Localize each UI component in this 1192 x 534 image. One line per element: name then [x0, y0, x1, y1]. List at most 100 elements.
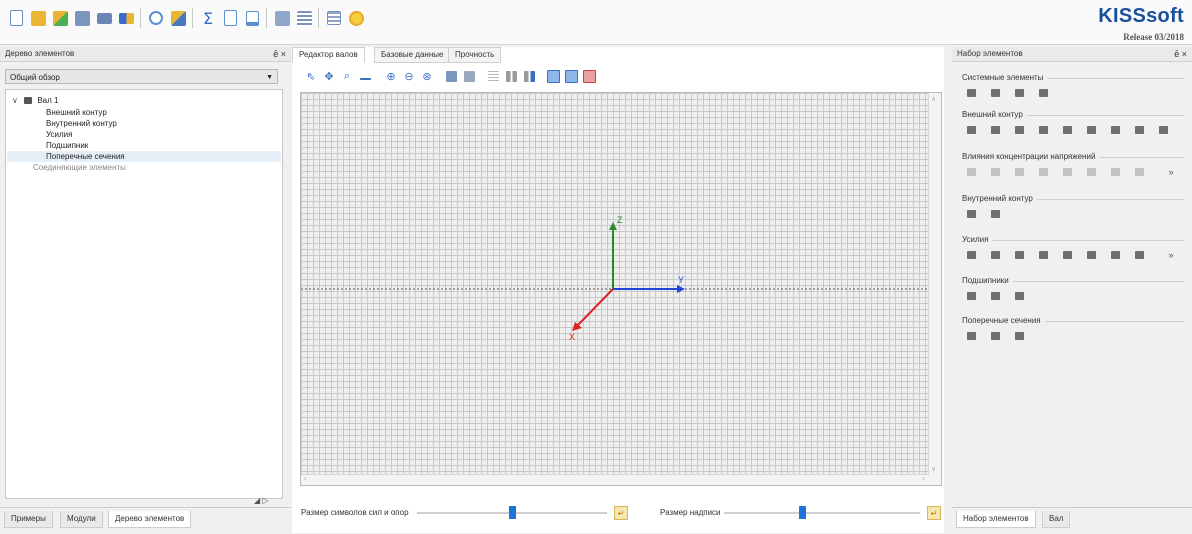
- tree-item[interactable]: Усилия: [46, 129, 72, 140]
- element-type-icon[interactable]: [1156, 124, 1170, 136]
- mirror-icon[interactable]: [504, 69, 518, 83]
- element-type-icon[interactable]: [1012, 290, 1026, 302]
- element-type-icon[interactable]: [964, 330, 978, 342]
- view-select[interactable]: Общий обзор ▼: [5, 69, 278, 84]
- zoom-out-icon[interactable]: ⊖: [402, 69, 416, 83]
- element-type-icon[interactable]: [1132, 249, 1146, 261]
- save-image-icon[interactable]: [444, 69, 458, 83]
- tab-examples[interactable]: Примеры: [4, 511, 53, 528]
- tree-item-selected[interactable]: Поперечные сечения: [7, 151, 281, 162]
- tree-item[interactable]: Внутренний контур: [46, 118, 117, 129]
- slider2-track[interactable]: [724, 512, 920, 514]
- vertical-scrollbar[interactable]: ∧ ∨: [928, 93, 941, 485]
- element-type-icon[interactable]: [1084, 124, 1098, 136]
- slider1-reset-icon[interactable]: ↵: [614, 506, 628, 520]
- element-type-icon[interactable]: [1060, 124, 1074, 136]
- element-type-icon[interactable]: [1036, 249, 1050, 261]
- tab-shaft-editor[interactable]: Редактор валов: [292, 47, 365, 63]
- drawing-list-icon[interactable]: [294, 8, 314, 28]
- tab-shaft[interactable]: Вал: [1042, 511, 1071, 528]
- slider2-thumb[interactable]: [799, 506, 806, 519]
- scroll-up-icon[interactable]: ∧: [931, 95, 936, 103]
- element-type-icon[interactable]: [1108, 249, 1122, 261]
- table-view-icon[interactable]: [486, 69, 500, 83]
- drawing-icon[interactable]: [272, 8, 292, 28]
- wizard-icon[interactable]: [346, 8, 366, 28]
- element-type-icon[interactable]: [1012, 166, 1026, 178]
- element-type-icon[interactable]: [964, 249, 978, 261]
- expand-chevron-icon[interactable]: ∨: [12, 96, 18, 105]
- tree-item[interactable]: Подшипник: [46, 140, 88, 151]
- scroll-left-icon[interactable]: ‹: [304, 474, 307, 483]
- save-icon[interactable]: [72, 8, 92, 28]
- element-type-icon[interactable]: [1132, 166, 1146, 178]
- add-element-icon[interactable]: [564, 69, 578, 83]
- element-type-icon[interactable]: [1108, 166, 1122, 178]
- more-elements-icon[interactable]: »: [1164, 166, 1178, 178]
- undo-icon[interactable]: [146, 8, 166, 28]
- element-type-icon[interactable]: [964, 290, 978, 302]
- open-example-icon[interactable]: [50, 8, 70, 28]
- element-type-icon[interactable]: [1060, 249, 1074, 261]
- element-type-icon[interactable]: [1132, 124, 1146, 136]
- element-type-icon[interactable]: [988, 330, 1002, 342]
- table-icon[interactable]: [324, 8, 344, 28]
- report-view-icon[interactable]: [242, 8, 262, 28]
- tab-element-set[interactable]: Набор элементов: [956, 511, 1036, 528]
- element-type-icon[interactable]: [988, 166, 1002, 178]
- element-type-icon[interactable]: [1012, 87, 1026, 99]
- element-type-icon[interactable]: [988, 249, 1002, 261]
- calculate-sum-icon[interactable]: Σ: [198, 8, 218, 28]
- element-type-icon[interactable]: [988, 124, 1002, 136]
- element-type-icon[interactable]: [1012, 124, 1026, 136]
- tab-strength[interactable]: Прочность: [448, 47, 502, 63]
- scroll-right-icon[interactable]: ›: [922, 474, 925, 483]
- element-type-icon[interactable]: [988, 290, 1002, 302]
- element-type-icon[interactable]: [964, 124, 978, 136]
- check-element-icon[interactable]: [546, 69, 560, 83]
- element-type-icon[interactable]: [1036, 124, 1050, 136]
- send-mail-icon[interactable]: [94, 8, 114, 28]
- module-open-icon[interactable]: [168, 8, 188, 28]
- slider1-thumb[interactable]: [509, 506, 516, 519]
- element-type-icon[interactable]: [964, 87, 978, 99]
- element-type-icon[interactable]: [1036, 87, 1050, 99]
- zoom-in-icon[interactable]: ⊕: [384, 69, 398, 83]
- scroll-down-icon[interactable]: ∨: [931, 465, 936, 473]
- element-type-icon[interactable]: [1012, 249, 1026, 261]
- element-type-icon[interactable]: [1012, 330, 1026, 342]
- open-folder-icon[interactable]: [28, 8, 48, 28]
- element-type-icon[interactable]: [988, 208, 1002, 220]
- tab-modules[interactable]: Модули: [60, 511, 103, 528]
- element-type-icon[interactable]: [964, 166, 978, 178]
- panel-controls[interactable]: ē ×: [273, 47, 286, 61]
- horizontal-scrollbar[interactable]: ‹ ›: [301, 474, 929, 485]
- tab-basic-data[interactable]: Базовые данные: [374, 47, 451, 63]
- zoom-fit-icon[interactable]: ⊛: [420, 69, 434, 83]
- print-icon[interactable]: [462, 69, 476, 83]
- new-file-icon[interactable]: [6, 8, 26, 28]
- language-icon[interactable]: [116, 8, 136, 28]
- tree-nav-arrows[interactable]: ◢ ▷: [254, 496, 269, 505]
- shaft-editor-canvas[interactable]: Z Y X ∧ ∨ ‹ ›: [300, 92, 942, 486]
- tree-item-connecting[interactable]: Соединяющие элементы: [33, 162, 126, 173]
- element-type-icon[interactable]: [1060, 166, 1074, 178]
- element-type-icon[interactable]: [1036, 166, 1050, 178]
- panel-controls[interactable]: ē ×: [1174, 47, 1187, 61]
- element-type-icon[interactable]: [964, 208, 978, 220]
- tab-element-tree[interactable]: Дерево элементов: [108, 511, 192, 528]
- more-elements-icon[interactable]: »: [1164, 249, 1178, 261]
- element-type-icon[interactable]: [1084, 166, 1098, 178]
- tree-root[interactable]: ∨ Вал 1: [12, 95, 58, 106]
- zoom-window-icon[interactable]: ⌕: [340, 69, 354, 83]
- select-pointer-icon[interactable]: ⇖: [304, 69, 318, 83]
- tree-item[interactable]: Внешний контур: [46, 107, 107, 118]
- delete-element-icon[interactable]: [582, 69, 596, 83]
- move-icon[interactable]: ✥: [322, 69, 336, 83]
- measure-icon[interactable]: [358, 69, 372, 83]
- element-type-icon[interactable]: [1084, 249, 1098, 261]
- element-type-icon[interactable]: [988, 87, 1002, 99]
- report-icon[interactable]: [220, 8, 240, 28]
- element-type-icon[interactable]: [1108, 124, 1122, 136]
- flip-icon[interactable]: [522, 69, 536, 83]
